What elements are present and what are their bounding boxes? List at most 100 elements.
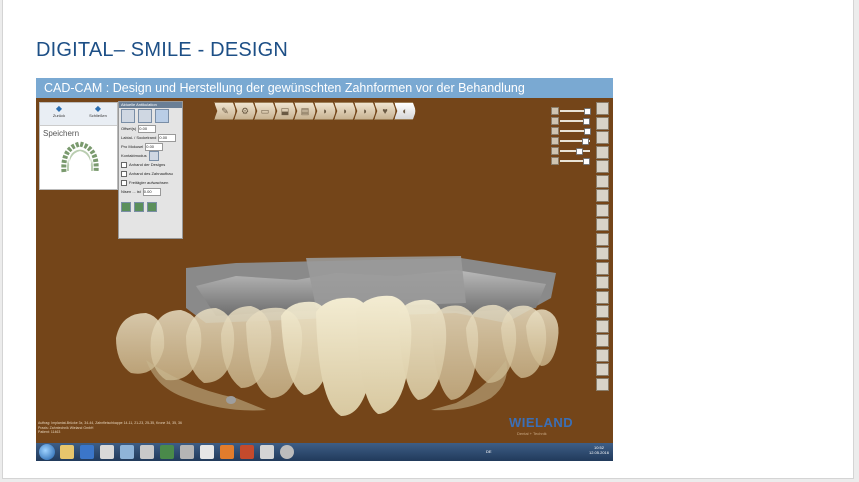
save-button[interactable]: Speichern — [40, 126, 117, 138]
side-tool-icon[interactable] — [596, 131, 609, 144]
toolbar-step-3-icon[interactable]: ▭ — [254, 102, 276, 120]
side-tool-icon[interactable] — [596, 363, 609, 376]
start-button-icon[interactable] — [39, 444, 55, 460]
checkbox[interactable] — [121, 170, 127, 177]
close-button[interactable]: ◆ Schließen — [79, 103, 117, 125]
app-icon[interactable] — [180, 445, 194, 459]
section-label: Kontaktmodus — [121, 153, 147, 158]
navigation-panel: ◆ Zurück ◆ Schließen Speichern — [39, 102, 118, 190]
slide-title: DIGITAL– SMILE - DESIGN — [36, 39, 289, 61]
side-tool-icon[interactable] — [596, 348, 609, 362]
side-tool-icon[interactable] — [596, 189, 609, 202]
workflow-toolbar: ✎ ⚙ ▭ ⬓ ▤ ◗ ◗ ◗ ♥ ◐ — [214, 102, 416, 120]
checkbox[interactable] — [121, 161, 127, 168]
side-tool-icon[interactable] — [596, 145, 609, 159]
side-tool-icon[interactable] — [596, 203, 609, 217]
redo-icon[interactable] — [147, 201, 157, 212]
toolbar-step-1-icon[interactable]: ✎ — [214, 102, 236, 120]
side-tool-icon[interactable] — [596, 116, 609, 130]
explorer-icon[interactable] — [60, 445, 74, 459]
slider-knob[interactable] — [581, 138, 589, 145]
firefox-icon[interactable] — [220, 445, 234, 459]
mode-c-icon[interactable] — [155, 109, 169, 123]
status-line: Auftrag: Implantat-Brücke 3x, 34-44, Zah… — [38, 421, 182, 425]
back-button[interactable]: ◆ Zurück — [40, 103, 78, 125]
checkbox[interactable] — [121, 179, 127, 186]
slider-knob[interactable] — [582, 158, 590, 165]
contact-mode-icon[interactable] — [148, 150, 159, 161]
close-label: Schließen — [89, 113, 107, 118]
slider-track[interactable] — [560, 150, 590, 152]
layer-icon — [551, 107, 559, 115]
mode-b-icon[interactable] — [138, 109, 152, 123]
3d-viewport[interactable]: ✎ ⚙ ▭ ⬓ ▤ ◗ ◗ ◗ ♥ ◐ ◆ Zurück ◆ Schließen S… — [36, 98, 613, 443]
side-tool-icon[interactable] — [596, 218, 609, 231]
visibility-slider[interactable] — [551, 146, 593, 156]
prop-label: Labial- / Sockelrand — [121, 135, 157, 140]
slider-knob[interactable] — [584, 128, 592, 135]
caption-banner: CAD-CAM : Design und Herstellung der gew… — [36, 78, 613, 98]
layer-icon — [551, 117, 559, 125]
toolbar-step-5-icon[interactable]: ▤ — [294, 102, 316, 120]
side-tool-icon[interactable] — [596, 247, 609, 260]
media-icon[interactable] — [100, 445, 114, 459]
toolbar-step-2-icon[interactable]: ⚙ — [234, 102, 256, 120]
arrow-right-icon: ◆ — [94, 104, 102, 113]
toolbar-step-9-icon[interactable]: ♥ — [374, 102, 396, 120]
toolbar-step-6-icon[interactable]: ◗ — [314, 102, 336, 120]
mode-a-icon[interactable] — [121, 109, 135, 123]
windows-taskbar: DE 10:52 12.05.2016 — [36, 443, 613, 461]
tooth-chart-icon[interactable] — [58, 138, 102, 182]
app-icon[interactable] — [260, 445, 274, 459]
side-tool-icon[interactable] — [596, 174, 609, 188]
clock[interactable]: 10:52 12.05.2016 — [589, 445, 609, 455]
ie-icon[interactable] — [80, 445, 94, 459]
prop-field[interactable]: 0.00 — [138, 124, 157, 133]
side-tool-icon[interactable] — [596, 276, 609, 289]
side-tool-icon[interactable] — [596, 232, 609, 246]
properties-panel: Aktuelle Antikulation Offset(s) 0.00 Labi… — [118, 101, 183, 239]
slider-knob[interactable] — [576, 148, 584, 155]
visibility-slider[interactable] — [551, 116, 593, 126]
prop-label: Offset(s) — [121, 126, 137, 131]
slider-knob[interactable] — [584, 108, 592, 115]
undo-icon[interactable] — [134, 201, 144, 212]
toolbar-step-7-icon[interactable]: ◗ — [334, 102, 356, 120]
app-icon[interactable] — [160, 445, 174, 459]
prop-label: Nisen ... ist — [121, 189, 141, 194]
visibility-slider[interactable] — [551, 136, 593, 146]
app-icon[interactable] — [240, 445, 254, 459]
side-tool-icon[interactable] — [596, 319, 609, 333]
layer-icon — [551, 127, 559, 135]
side-tool-icon[interactable] — [596, 334, 609, 347]
visibility-slider[interactable] — [551, 126, 593, 136]
prop-field[interactable]: 0.00 — [158, 133, 177, 142]
prop-label: Pro Mokusel — [121, 144, 144, 149]
side-tool-icon[interactable] — [596, 290, 609, 304]
app-icon[interactable] — [120, 445, 134, 459]
apply-icon[interactable] — [121, 201, 131, 212]
wieland-logo: WIELAND — [509, 415, 574, 430]
prop-field[interactable]: 0.00 — [145, 142, 164, 151]
app-icon[interactable] — [280, 445, 294, 459]
prop-field[interactable]: 0.00 — [142, 187, 161, 196]
side-tool-icon[interactable] — [596, 160, 609, 173]
toolbar-step-8-icon[interactable]: ◗ — [354, 102, 376, 120]
app-icon[interactable] — [140, 445, 154, 459]
language-indicator[interactable]: DE — [486, 449, 492, 454]
status-line: Patient: 11463 — [38, 430, 61, 434]
toolbar-step-10-icon[interactable]: ◐ — [394, 102, 416, 120]
back-label: Zurück — [52, 113, 66, 118]
visibility-slider[interactable] — [551, 156, 593, 166]
side-tool-icon[interactable] — [596, 102, 609, 115]
clock-date: 12.05.2016 — [588, 450, 609, 455]
side-tool-icon[interactable] — [596, 377, 609, 391]
side-tool-icon[interactable] — [596, 261, 609, 275]
slider-knob[interactable] — [582, 118, 590, 125]
app-icon[interactable] — [200, 445, 214, 459]
toolbar-step-4-icon[interactable]: ⬓ — [274, 102, 296, 120]
logo-subtitle: Dental + Technik — [517, 431, 547, 436]
side-tool-icon[interactable] — [596, 305, 609, 318]
visibility-slider[interactable] — [551, 106, 593, 116]
arrow-left-icon: ◆ — [55, 104, 63, 113]
